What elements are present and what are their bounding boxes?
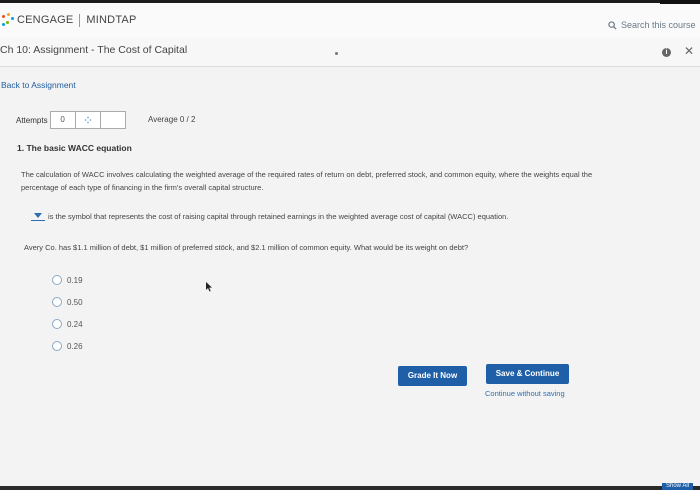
answer-options: 0.19 0.50 0.24 0.26 [52,269,83,357]
radio-button[interactable] [52,341,62,351]
show-all-button[interactable]: Show All [662,483,694,490]
back-to-assignment-link[interactable]: Back to Assignment [1,80,76,90]
brand-mindtap: MINDTAP [86,14,137,26]
option-3[interactable]: 0.24 [52,313,83,335]
app-header: CENGAGE MINDTAP Search this course [0,0,700,39]
sub-question: Avery Co. has $1.1 million of debt, $1 m… [24,243,469,252]
attempts-tracker: Attempts 0 [16,111,126,129]
course-search[interactable]: Search this course [608,20,696,30]
radio-button[interactable] [52,297,62,307]
option-label: 0.50 [67,297,83,307]
question-title: 1. The basic WACC equation [17,143,132,153]
top-strip-corner [660,0,700,4]
attempts-box: 0 [49,111,126,129]
close-icon[interactable]: ✕ [684,44,694,58]
dropdown-question: is the symbol that represents the cost o… [31,212,508,221]
grade-it-now-button[interactable]: Grade It Now [398,366,467,386]
continue-without-saving-link[interactable]: Continue without saving [485,389,565,398]
option-2[interactable]: 0.50 [52,291,83,313]
page-title: Ch 10: Assignment - The Cost of Capital [0,44,188,56]
brand-logo[interactable]: CENGAGE MINDTAP [2,13,137,27]
attempts-label: Attempts [16,115,48,125]
radio-button[interactable] [52,319,62,329]
attempts-count: 0 [51,112,76,128]
option-label: 0.26 [67,341,83,351]
attempts-empty-cell [101,112,125,128]
spinner-icon [76,112,101,128]
brand-divider [79,13,81,27]
search-icon [608,20,617,30]
radio-button[interactable] [52,275,62,285]
option-1[interactable]: 0.19 [52,269,83,291]
cengage-logo-icon [2,13,14,27]
average-score: Average 0 / 2 [148,115,196,124]
question-paragraph: The calculation of WACC involves calcula… [21,170,593,192]
top-strip [0,0,700,3]
info-icon[interactable]: i [662,48,671,57]
option-4[interactable]: 0.26 [52,335,83,357]
save-and-continue-button[interactable]: Save & Continue [486,364,569,384]
assignment-titlebar: Ch 10: Assignment - The Cost of Capital … [0,38,700,67]
dropdown-sentence: is the symbol that represents the cost o… [48,212,509,221]
option-label: 0.19 [67,275,83,285]
answer-dropdown[interactable] [31,212,45,221]
option-label: 0.24 [67,319,83,329]
bottom-strip [0,486,700,490]
mouse-pointer-icon [206,282,212,292]
brand-cengage: CENGAGE [17,14,74,26]
dot-marker [335,52,338,55]
search-placeholder: Search this course [621,20,696,30]
